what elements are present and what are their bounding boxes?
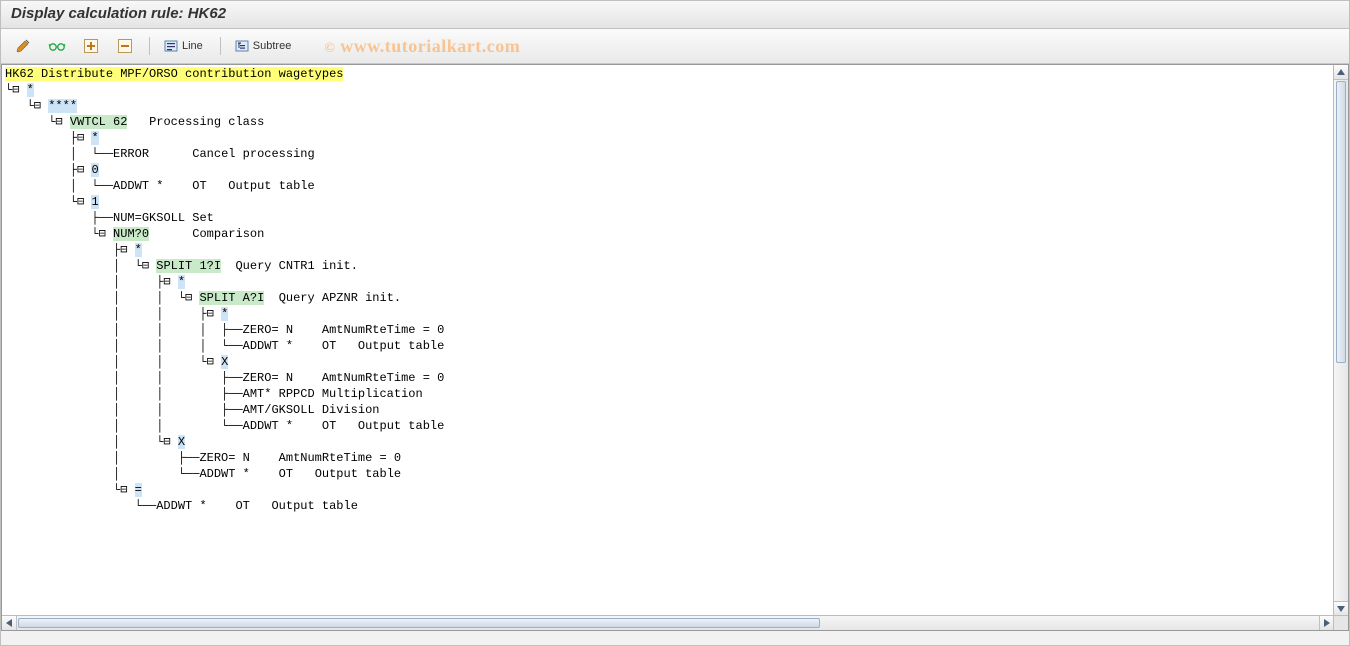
tree-row: ├⊟ 0 — [5, 162, 1333, 178]
tree-row: HK62 Distribute MPF/ORSO contribution wa… — [5, 66, 1333, 82]
tree-row: │ └──ADDWT * OT Output table — [5, 178, 1333, 194]
tree-row: │ │ └⊟ SPLIT A?I Query APZNR init. — [5, 290, 1333, 306]
tree-row: │ └⊟ SPLIT 1?I Query CNTR1 init. — [5, 258, 1333, 274]
tree-row: │ │ ├──ZERO= N AmtNumRteTime = 0 — [5, 370, 1333, 386]
collapse-button[interactable] — [111, 35, 139, 57]
scroll-corner — [1333, 615, 1348, 630]
tree-row: └⊟ 1 — [5, 194, 1333, 210]
scroll-right-button[interactable] — [1319, 616, 1334, 630]
page-title: Display calculation rule: HK62 — [1, 1, 1349, 29]
tree-row: │ └⊟ X — [5, 434, 1333, 450]
glasses-button[interactable] — [43, 35, 71, 57]
tree-row: │ │ │ ├──ZERO= N AmtNumRteTime = 0 — [5, 322, 1333, 338]
tree-row: │ ├⊟ * — [5, 274, 1333, 290]
display-change-button[interactable] — [9, 35, 37, 57]
scroll-down-button[interactable] — [1334, 601, 1348, 616]
tree-row: │ └──ADDWT * OT Output table — [5, 466, 1333, 482]
app-window: Display calculation rule: HK62 Line Subt… — [0, 0, 1350, 646]
toolbar-separator — [220, 37, 221, 55]
scroll-left-button[interactable] — [2, 616, 17, 630]
line-button[interactable]: Line — [160, 35, 210, 57]
tree-row: └──ADDWT * OT Output table — [5, 498, 1333, 514]
tree-row: └⊟ **** — [5, 98, 1333, 114]
tree-row: └⊟ NUM?0 Comparison — [5, 226, 1333, 242]
line-button-label: Line — [182, 40, 203, 52]
watermark: ©www.tutorialkart.com — [324, 36, 520, 57]
horizontal-scroll-thumb[interactable] — [18, 618, 820, 628]
tree-content: HK62 Distribute MPF/ORSO contribution wa… — [3, 66, 1333, 615]
tree-row: │ │ ├──AMT/GKSOLL Division — [5, 402, 1333, 418]
expand-button[interactable] — [77, 35, 105, 57]
subtree-button[interactable]: Subtree — [231, 35, 299, 57]
tree-scroll-frame: HK62 Distribute MPF/ORSO contribution wa… — [1, 64, 1349, 631]
tree-row: ├⊟ * — [5, 242, 1333, 258]
subtree-button-label: Subtree — [253, 40, 292, 52]
statusbar — [1, 631, 1349, 645]
tree-row: │ │ ├⊟ * — [5, 306, 1333, 322]
tree-row: └⊟ VWTCL 62 Processing class — [5, 114, 1333, 130]
tree-row: │ └──ERROR Cancel processing — [5, 146, 1333, 162]
tree-row: │ ├──ZERO= N AmtNumRteTime = 0 — [5, 450, 1333, 466]
tree-row: └⊟ * — [5, 82, 1333, 98]
toolbar-separator — [149, 37, 150, 55]
scroll-up-button[interactable] — [1334, 65, 1348, 80]
horizontal-scrollbar[interactable] — [2, 615, 1334, 630]
toolbar: Line Subtree ©www.tutorialkart.com — [1, 29, 1349, 64]
tree-row: └⊟ = — [5, 482, 1333, 498]
main-area: HK62 Distribute MPF/ORSO contribution wa… — [1, 64, 1349, 631]
tree-row: ├⊟ * — [5, 130, 1333, 146]
tree-row: │ │ └⊟ X — [5, 354, 1333, 370]
vertical-scrollbar[interactable] — [1333, 65, 1348, 616]
tree-row: ├──NUM=GKSOLL Set — [5, 210, 1333, 226]
tree-row: │ │ └──ADDWT * OT Output table — [5, 418, 1333, 434]
tree-row: │ │ ├──AMT* RPPCD Multiplication — [5, 386, 1333, 402]
vertical-scroll-thumb[interactable] — [1336, 81, 1346, 363]
tree-row: │ │ │ └──ADDWT * OT Output table — [5, 338, 1333, 354]
